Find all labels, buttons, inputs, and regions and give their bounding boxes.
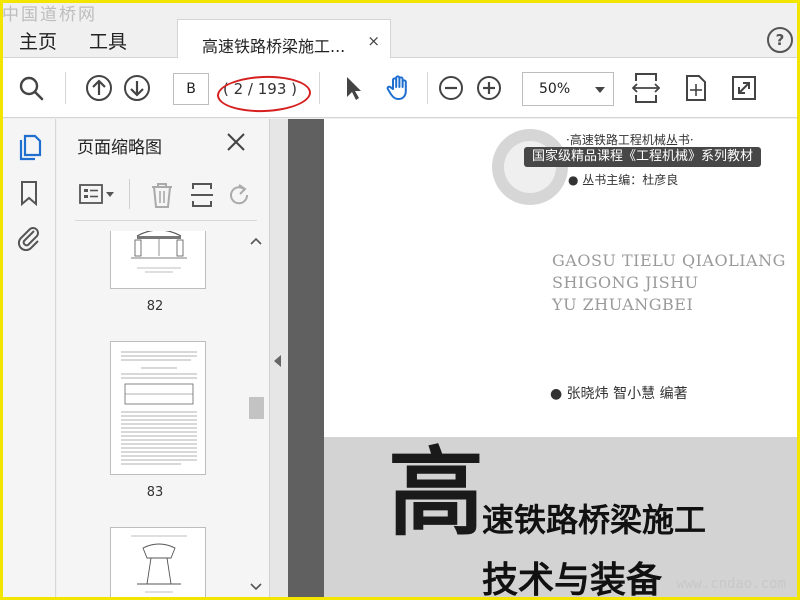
page-number-input[interactable]: B	[173, 73, 209, 105]
thumbnail-options-icon[interactable]	[79, 183, 115, 207]
hand-tool-icon[interactable]	[385, 74, 413, 102]
chevron-down-icon	[595, 87, 605, 93]
document-view[interactable]: ·高速铁路工程机械丛书· 国家级精品课程《工程机械》系列教材 ● 丛书主编：杜彦…	[288, 119, 797, 597]
zoom-out-icon[interactable]	[437, 74, 465, 102]
bookmark-icon[interactable]	[15, 179, 43, 207]
zoom-value: 50%	[539, 81, 571, 97]
thumbnail-page[interactable]	[110, 231, 206, 289]
toolbar-separator	[129, 179, 130, 209]
close-icon[interactable]	[225, 131, 247, 153]
course-badge: 国家级精品课程《工程机械》系列教材	[524, 147, 762, 167]
watermark-top: 中国道桥网	[2, 5, 97, 25]
menu-tools[interactable]: 工具	[89, 27, 127, 54]
thumbnail-image	[131, 535, 187, 593]
search-icon[interactable]	[17, 74, 45, 102]
document-tab[interactable]: 高速铁路桥梁施工... ×	[177, 19, 391, 59]
thumbnail-image	[121, 351, 197, 465]
title-line-1: 速铁路桥梁施工	[482, 501, 707, 539]
thumbnail-page[interactable]	[110, 527, 206, 597]
document-page: ·高速铁路工程机械丛书· 国家级精品课程《工程机械》系列教材 ● 丛书主编：杜彦…	[324, 119, 797, 597]
scrollbar-thumb[interactable]	[249, 397, 264, 419]
navigation-rail	[3, 119, 56, 597]
collapse-pane-handle[interactable]	[270, 119, 288, 597]
rotate-icon[interactable]	[227, 181, 253, 209]
thumbnail-image	[131, 231, 187, 273]
thumbnails-title: 页面缩略图	[77, 138, 162, 158]
menu-bar: 主页 工具 高速铁路桥梁施工... × ?	[3, 3, 797, 59]
chevron-up-icon[interactable]	[250, 237, 262, 245]
menu-home[interactable]: 主页	[19, 27, 57, 54]
tab-title: 高速铁路桥梁施工...	[202, 37, 346, 56]
watermark-bottom: www.cndao.com	[676, 576, 786, 592]
fit-width-icon[interactable]	[631, 71, 661, 105]
toolbar-separator	[319, 72, 320, 104]
toolbar-separator	[427, 72, 428, 104]
series-editor: ● 丛书主编：杜彦良	[568, 173, 679, 187]
next-page-icon[interactable]	[123, 74, 151, 102]
thumbnail-list: 82 83	[57, 231, 253, 597]
pinyin-title-line: YU ZHUANGBEI	[552, 295, 694, 314]
chevron-down-icon[interactable]	[250, 583, 262, 591]
fit-page-icon[interactable]	[681, 74, 709, 102]
pinyin-title-line: SHIGONG JISHU	[552, 273, 699, 292]
thumbnail-label: 83	[146, 485, 164, 500]
delete-trash-icon[interactable]	[149, 181, 175, 209]
insert-page-icon[interactable]	[189, 181, 215, 209]
title-big-character: 高	[388, 436, 484, 549]
toolbar: B ( 2 / 193 ) 50%	[3, 58, 797, 118]
authors: ● 张晓炜 智小慧 编著	[550, 386, 688, 402]
tab-close-icon[interactable]: ×	[367, 32, 380, 50]
thumbnails-scrollbar[interactable]	[247, 231, 264, 597]
thumbnail-label: 82	[146, 299, 164, 314]
help-icon[interactable]: ?	[767, 27, 793, 53]
pinyin-title-line: GAOSU TIELU QIAOLIANG	[552, 251, 786, 270]
zoom-select[interactable]: 50%	[522, 72, 614, 106]
title-line-2: 技术与装备	[482, 559, 663, 597]
previous-page-icon[interactable]	[85, 74, 113, 102]
toolbar-separator	[65, 72, 66, 104]
thumbnails-pane: 页面缩略图 82 83	[57, 119, 270, 597]
thumbnails-toolbar	[75, 169, 257, 221]
zoom-in-icon[interactable]	[475, 74, 503, 102]
page-thumbnails-icon[interactable]	[15, 133, 43, 161]
full-screen-icon[interactable]	[730, 74, 758, 102]
book-series: ·高速铁路工程机械丛书·	[566, 133, 694, 147]
chevron-left-icon	[274, 355, 281, 367]
select-arrow-icon[interactable]	[339, 74, 367, 102]
thumbnail-page[interactable]	[110, 341, 206, 475]
attachment-icon[interactable]	[15, 223, 43, 251]
